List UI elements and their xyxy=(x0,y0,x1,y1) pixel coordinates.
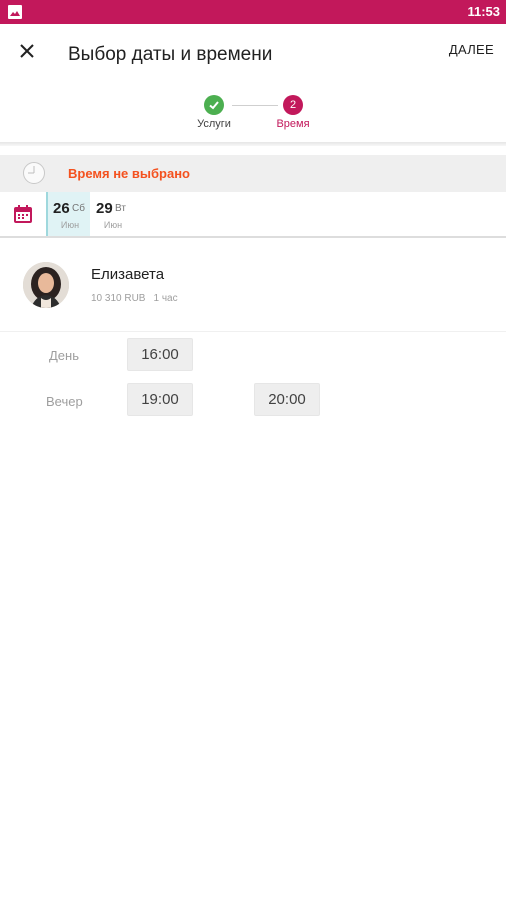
close-icon[interactable] xyxy=(14,38,40,64)
date-option[interactable]: 29 Вт Июн xyxy=(91,192,135,236)
check-icon xyxy=(204,95,224,115)
page-title: Выбор даты и времени xyxy=(68,44,273,65)
staff-card[interactable]: Елизавета 10 310 RUB 1 час xyxy=(0,238,506,332)
time-slot[interactable]: 20:00 xyxy=(254,383,320,416)
avatar xyxy=(23,262,69,308)
staff-price: 10 310 RUB xyxy=(91,293,146,304)
time-slot[interactable]: 16:00 xyxy=(127,338,193,371)
time-status-banner: Время не выбрано xyxy=(0,155,506,192)
step-time-label: Время xyxy=(276,118,310,130)
step-number: 2 xyxy=(283,95,303,115)
step-services[interactable]: Услуги xyxy=(174,95,254,130)
clock-icon xyxy=(23,162,45,184)
date-month: Июн xyxy=(60,220,80,230)
staff-name: Елизавета xyxy=(91,266,165,283)
step-time[interactable]: 2 Время xyxy=(253,95,333,130)
staff-duration: 1 час xyxy=(153,293,178,304)
slot-group-label-day: День xyxy=(49,348,79,363)
image-icon xyxy=(8,5,22,19)
slot-group-label-evening: Вечер xyxy=(46,394,83,409)
date-day: 29 xyxy=(96,200,113,217)
date-month: Июн xyxy=(103,220,123,230)
time-slot[interactable]: 19:00 xyxy=(127,383,193,416)
section-divider xyxy=(0,142,506,146)
time-status-text: Время не выбрано xyxy=(68,166,190,181)
status-time: 11:53 xyxy=(467,4,500,19)
status-bar: 11:53 xyxy=(0,0,506,24)
date-selector: 26 Сб Июн 29 Вт Июн xyxy=(0,192,506,238)
calendar-button[interactable] xyxy=(0,192,46,236)
app-bar: Выбор даты и времени ДАЛЕЕ xyxy=(0,24,506,84)
calendar-icon xyxy=(14,205,32,223)
date-weekday: Вт xyxy=(115,203,126,214)
next-button[interactable]: ДАЛЕЕ xyxy=(449,42,494,57)
date-day: 26 xyxy=(53,200,70,217)
staff-meta: 10 310 RUB 1 час xyxy=(91,293,186,304)
step-services-label: Услуги xyxy=(197,118,231,130)
date-option-selected[interactable]: 26 Сб Июн xyxy=(46,192,90,236)
date-weekday: Сб xyxy=(72,203,85,214)
stepper: Услуги 2 Время xyxy=(0,84,506,146)
